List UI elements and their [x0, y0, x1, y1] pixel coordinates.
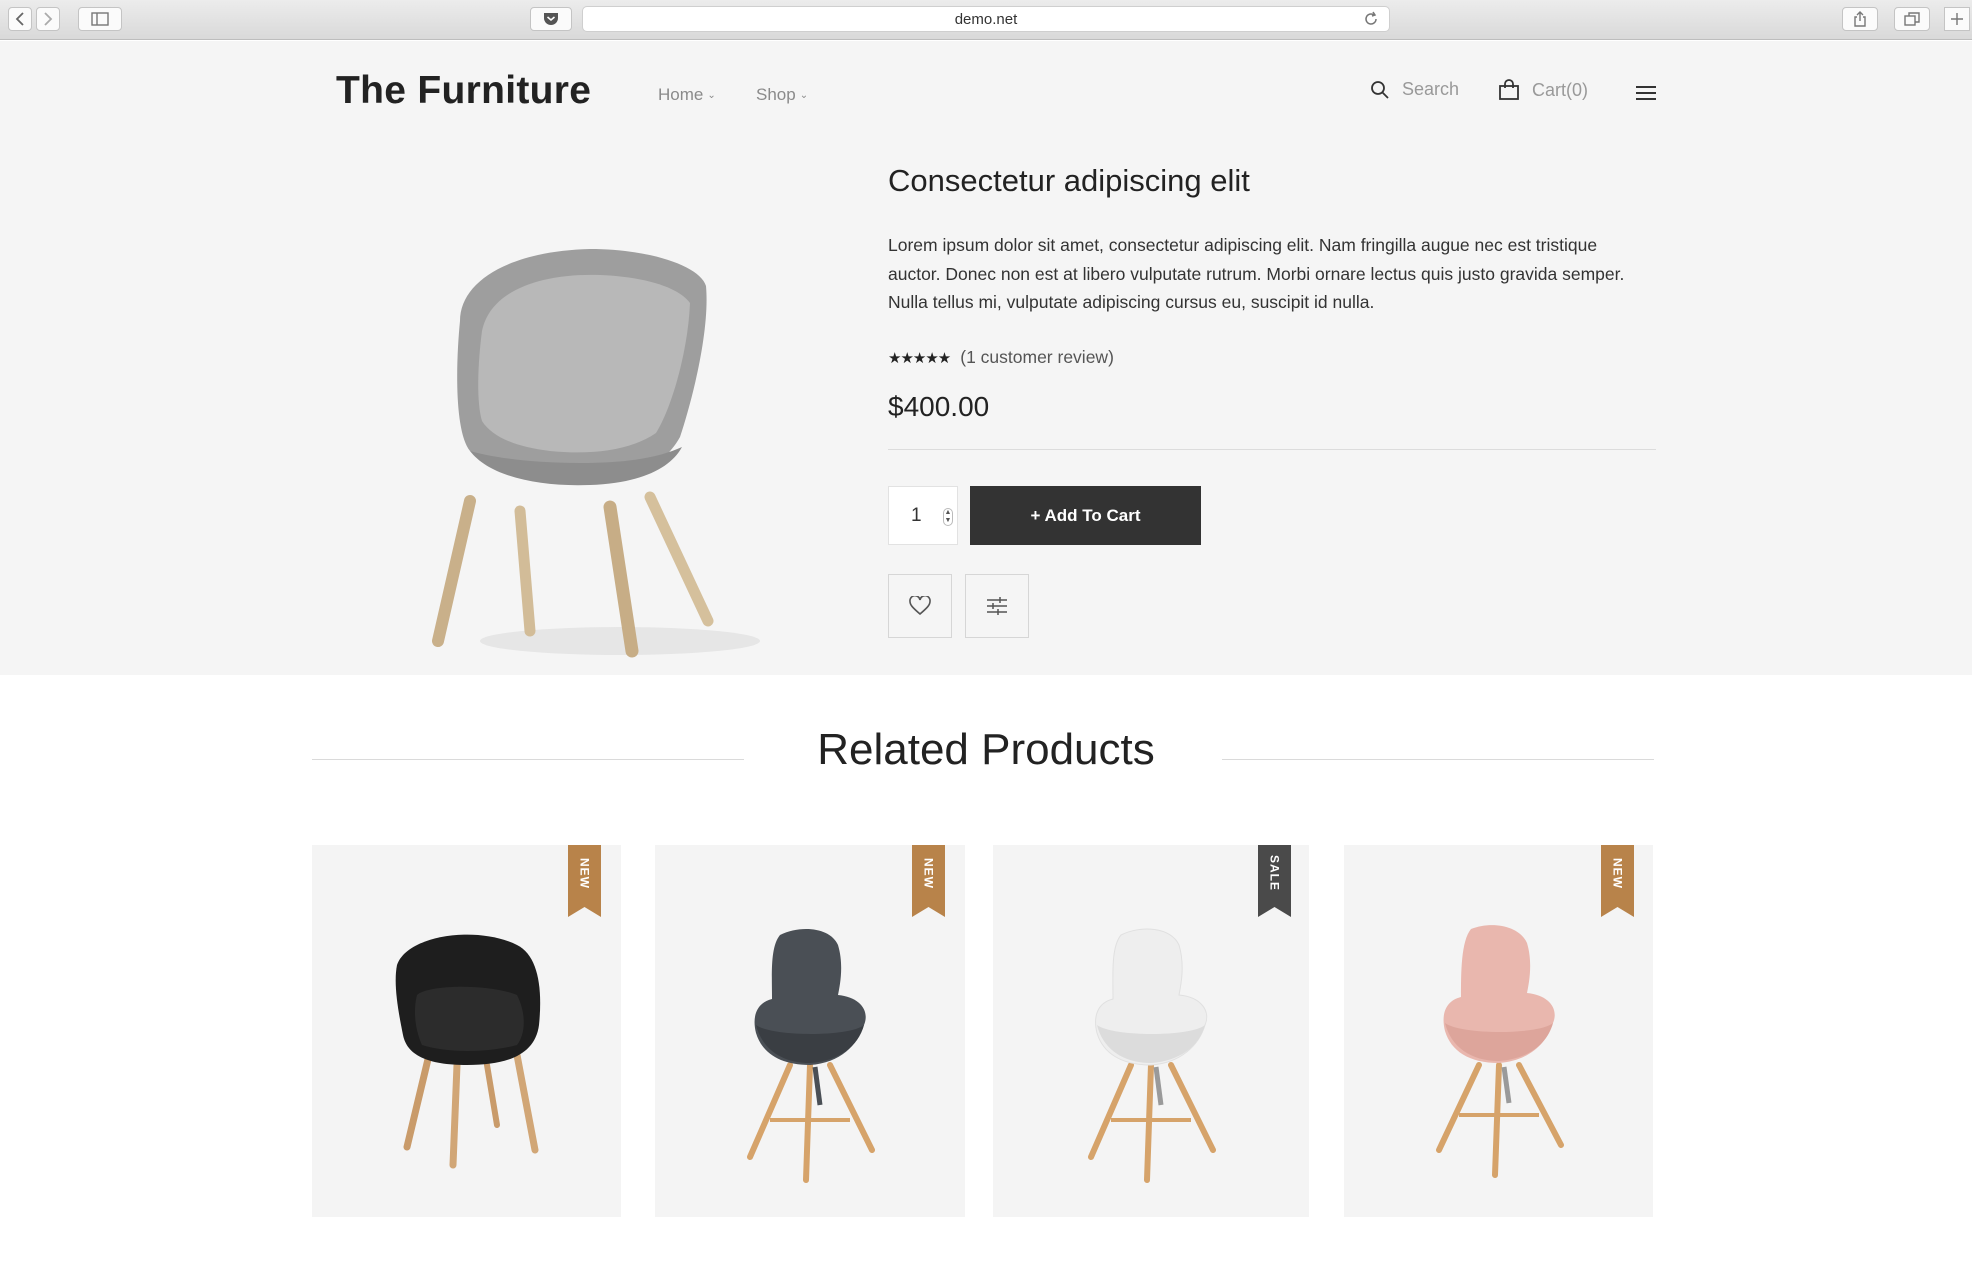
- divider: [312, 759, 744, 760]
- search-label: Search: [1402, 79, 1460, 99]
- stepper-arrows-icon[interactable]: ▲ ▼: [943, 508, 953, 526]
- product-price: $400.00: [888, 391, 990, 422]
- page: The Furniture Home ⌄ Shop ⌄ Search Cart(…: [0, 41, 1972, 1280]
- nav-home-label: Home: [658, 85, 704, 104]
- nav-home[interactable]: Home ⌄: [658, 85, 716, 105]
- nav-shop[interactable]: Shop ⌄: [756, 85, 808, 105]
- browser-toolbar: demo.net: [0, 0, 1972, 40]
- new-tab-button[interactable]: [1944, 7, 1970, 31]
- quantity-stepper[interactable]: 1 ▲ ▼: [888, 486, 958, 545]
- badge-sale: SALE: [1258, 845, 1291, 917]
- forward-button[interactable]: [36, 7, 60, 31]
- rating-stars-icon: ★★★★★: [888, 349, 951, 367]
- search-icon: [1371, 80, 1389, 99]
- quantity-value: 1: [911, 505, 922, 526]
- product-card[interactable]: SALE: [993, 845, 1309, 1217]
- url-text: demo.net: [954, 10, 1018, 28]
- hamburger-icon: [1636, 86, 1656, 88]
- badge-label: SALE: [1267, 854, 1282, 891]
- tabs-overview-button[interactable]: [1894, 7, 1930, 31]
- white-armchair-image: [1088, 928, 1216, 1183]
- grey-armchair-image: [747, 929, 875, 1183]
- chevron-down-icon: ⌄: [799, 89, 809, 101]
- share-button[interactable]: [1842, 7, 1878, 31]
- cart-label: Cart(0): [1532, 79, 1589, 100]
- badge-label: NEW: [921, 857, 936, 889]
- badge-new: NEW: [568, 845, 601, 917]
- back-button[interactable]: [8, 7, 32, 31]
- search-button[interactable]: Search: [1370, 79, 1459, 100]
- product-description: Lorem ipsum dolor sit amet, consectetur …: [888, 235, 1625, 312]
- badge-label: NEW: [1610, 857, 1625, 889]
- plus-icon: [1951, 13, 1963, 25]
- chevron-down-icon: ⌄: [707, 89, 716, 101]
- product-title: Consectetur adipiscing elit: [888, 163, 1250, 198]
- nav-shop-label: Shop: [756, 85, 796, 104]
- related-products-title: Related Products: [817, 725, 1155, 774]
- address-bar[interactable]: demo.net: [582, 6, 1390, 32]
- product-hero: The Furniture Home ⌄ Shop ⌄ Search Cart(…: [0, 41, 1972, 675]
- badge-new: NEW: [912, 845, 945, 917]
- add-to-cart-button[interactable]: + Add To Cart: [970, 486, 1201, 545]
- product-card[interactable]: NEW: [312, 845, 621, 1217]
- menu-button[interactable]: [1636, 86, 1656, 104]
- reviews-link[interactable]: (1 customer review): [960, 347, 1114, 368]
- sliders-icon: [987, 597, 1007, 615]
- shopping-bag-icon: [1499, 79, 1519, 100]
- sidebar-toggle-button[interactable]: [78, 7, 122, 31]
- chevron-right-icon: [44, 12, 53, 26]
- cart-button[interactable]: Cart(0): [1498, 79, 1588, 101]
- heart-icon: [909, 596, 931, 616]
- divider: [1222, 759, 1654, 760]
- divider: [888, 449, 1656, 450]
- pink-armchair-image: [1435, 925, 1564, 1178]
- badge-new: NEW: [1601, 845, 1634, 917]
- product-card[interactable]: NEW: [655, 845, 965, 1217]
- compare-button[interactable]: [965, 574, 1029, 638]
- reload-icon[interactable]: [1363, 11, 1379, 27]
- badge-label: NEW: [577, 857, 592, 889]
- black-chair-image: [395, 934, 540, 1169]
- share-icon: [1854, 11, 1866, 27]
- tabs-icon: [1904, 12, 1920, 26]
- sidebar-icon: [91, 12, 109, 26]
- site-logo[interactable]: The Furniture: [336, 69, 591, 113]
- product-image: [432, 249, 760, 658]
- pocket-button[interactable]: [530, 7, 572, 31]
- wishlist-button[interactable]: [888, 574, 952, 638]
- pocket-icon: [544, 13, 558, 25]
- product-card[interactable]: NEW: [1344, 845, 1653, 1217]
- product-rating: ★★★★★ (1 customer review): [888, 347, 1114, 368]
- chevron-left-icon: [15, 12, 24, 26]
